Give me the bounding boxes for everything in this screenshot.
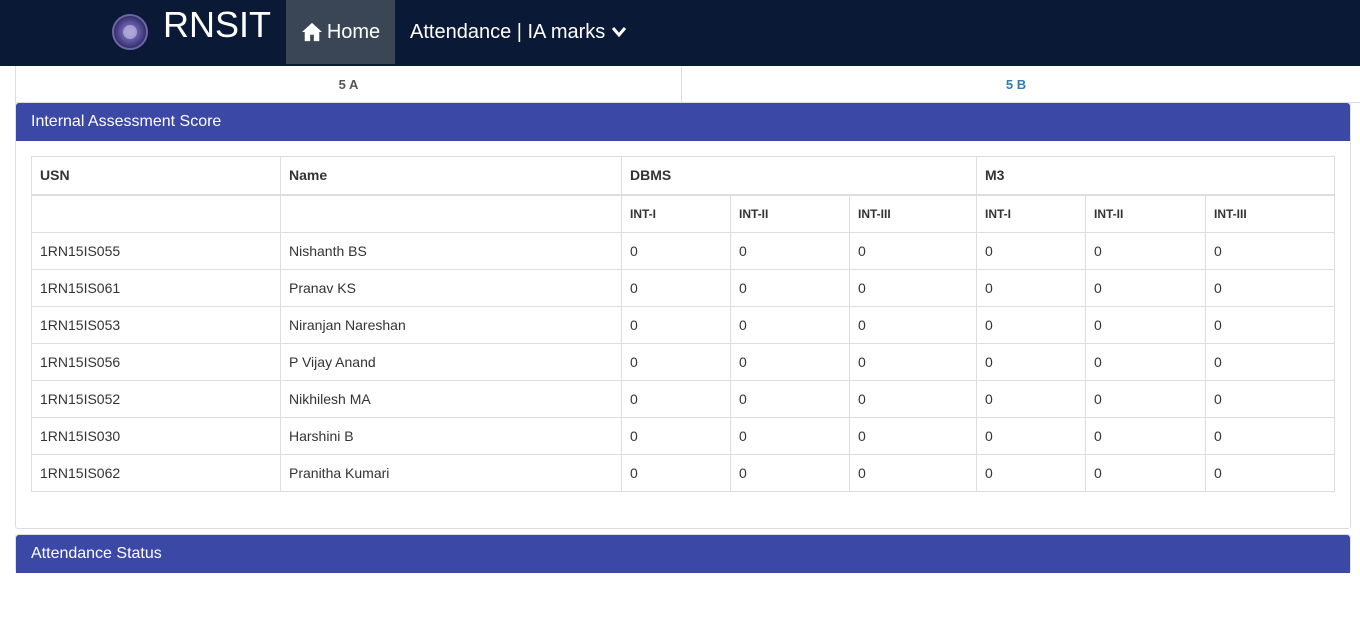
cell-mark: 0 bbox=[849, 380, 977, 418]
cell-name: Niranjan Nareshan bbox=[280, 306, 622, 344]
attendance-panel-title: Attendance Status bbox=[16, 535, 1350, 573]
header-name-empty bbox=[280, 194, 622, 233]
cell-mark: 0 bbox=[1085, 343, 1206, 381]
header-usn-empty bbox=[31, 194, 281, 233]
cell-name: Pranitha Kumari bbox=[280, 454, 622, 492]
college-logo bbox=[112, 14, 148, 50]
cell-mark: 0 bbox=[849, 343, 977, 381]
chevron-down-icon bbox=[612, 27, 627, 38]
cell-mark: 0 bbox=[1085, 454, 1206, 492]
cell-name: P Vijay Anand bbox=[280, 343, 622, 381]
cell-mark: 0 bbox=[621, 232, 731, 270]
cell-mark: 0 bbox=[621, 380, 731, 418]
table-row: 1RN15IS052 Nikhilesh MA 0 0 0 0 0 0 bbox=[31, 380, 1335, 418]
table-row: 1RN15IS053 Niranjan Nareshan 0 0 0 0 0 0 bbox=[31, 306, 1335, 344]
cell-mark: 0 bbox=[1205, 269, 1335, 307]
cell-mark: 0 bbox=[1205, 306, 1335, 344]
top-navbar: RNSIT Home Attendance | IA marks bbox=[0, 0, 1360, 66]
header-usn: USN bbox=[31, 156, 281, 196]
cell-name: Harshini B bbox=[280, 417, 622, 455]
header-m3-int3: INT-III bbox=[1205, 194, 1335, 233]
cell-mark: 0 bbox=[1085, 306, 1206, 344]
table-row: 1RN15IS061 Pranav KS 0 0 0 0 0 0 bbox=[31, 269, 1335, 307]
cell-mark: 0 bbox=[730, 380, 850, 418]
cell-mark: 0 bbox=[1205, 232, 1335, 270]
table-row: 1RN15IS030 Harshini B 0 0 0 0 0 0 bbox=[31, 417, 1335, 455]
cell-mark: 0 bbox=[976, 417, 1086, 455]
tab-5a[interactable]: 5 A bbox=[15, 66, 682, 102]
cell-mark: 0 bbox=[976, 343, 1086, 381]
nav-home-label: Home bbox=[326, 20, 381, 43]
cell-mark: 0 bbox=[621, 269, 731, 307]
table-row: 1RN15IS056 P Vijay Anand 0 0 0 0 0 0 bbox=[31, 343, 1335, 381]
cell-usn: 1RN15IS030 bbox=[31, 417, 281, 455]
nav-attendance-dropdown[interactable]: Attendance | IA marks bbox=[410, 0, 627, 64]
attendance-status-panel: Attendance Status bbox=[15, 534, 1351, 573]
cell-usn: 1RN15IS053 bbox=[31, 306, 281, 344]
cell-mark: 0 bbox=[730, 454, 850, 492]
cell-mark: 0 bbox=[1205, 417, 1335, 455]
nav-home-link[interactable]: Home bbox=[286, 0, 395, 64]
cell-mark: 0 bbox=[730, 417, 850, 455]
cell-mark: 0 bbox=[730, 269, 850, 307]
cell-usn: 1RN15IS052 bbox=[31, 380, 281, 418]
brand-title[interactable]: RNSIT bbox=[163, 4, 271, 46]
cell-mark: 0 bbox=[1205, 454, 1335, 492]
cell-mark: 0 bbox=[621, 454, 731, 492]
header-m3-int1: INT-I bbox=[976, 194, 1086, 233]
cell-mark: 0 bbox=[976, 269, 1086, 307]
header-m3-int2: INT-II bbox=[1085, 194, 1206, 233]
cell-mark: 0 bbox=[621, 343, 731, 381]
cell-mark: 0 bbox=[976, 232, 1086, 270]
ia-panel-title: Internal Assessment Score bbox=[16, 103, 1350, 141]
cell-mark: 0 bbox=[730, 232, 850, 270]
cell-mark: 0 bbox=[730, 306, 850, 344]
cell-mark: 0 bbox=[849, 454, 977, 492]
cell-usn: 1RN15IS055 bbox=[31, 232, 281, 270]
cell-mark: 0 bbox=[730, 343, 850, 381]
header-dbms-int3: INT-III bbox=[849, 194, 977, 233]
cell-name: Nikhilesh MA bbox=[280, 380, 622, 418]
table-row: 1RN15IS055 Nishanth BS 0 0 0 0 0 0 bbox=[31, 232, 1335, 270]
cell-usn: 1RN15IS061 bbox=[31, 269, 281, 307]
ia-score-panel: Internal Assessment Score USN Name DBMS … bbox=[15, 102, 1351, 529]
cell-mark: 0 bbox=[621, 417, 731, 455]
header-dbms-int2: INT-II bbox=[730, 194, 850, 233]
cell-name: Pranav KS bbox=[280, 269, 622, 307]
cell-mark: 0 bbox=[849, 232, 977, 270]
header-subject-dbms: DBMS bbox=[621, 156, 977, 196]
cell-mark: 0 bbox=[849, 417, 977, 455]
cell-mark: 0 bbox=[976, 454, 1086, 492]
cell-mark: 0 bbox=[621, 306, 731, 344]
ia-score-table: USN Name DBMS M3 INT-I INT-II INT-III IN… bbox=[31, 156, 1335, 492]
cell-mark: 0 bbox=[1085, 269, 1206, 307]
cell-name: Nishanth BS bbox=[280, 232, 622, 270]
header-name: Name bbox=[280, 156, 622, 196]
home-icon bbox=[301, 22, 322, 42]
nav-dropdown-label: Attendance | IA marks bbox=[410, 20, 606, 43]
cell-mark: 0 bbox=[849, 269, 977, 307]
cell-mark: 0 bbox=[1085, 232, 1206, 270]
cell-mark: 0 bbox=[1085, 417, 1206, 455]
cell-mark: 0 bbox=[1205, 343, 1335, 381]
cell-usn: 1RN15IS056 bbox=[31, 343, 281, 381]
section-tabs: 5 A 5 B bbox=[15, 66, 1360, 103]
cell-mark: 0 bbox=[849, 306, 977, 344]
table-row: 1RN15IS062 Pranitha Kumari 0 0 0 0 0 0 bbox=[31, 454, 1335, 492]
cell-mark: 0 bbox=[976, 380, 1086, 418]
header-subject-m3: M3 bbox=[976, 156, 1335, 196]
header-dbms-int1: INT-I bbox=[621, 194, 731, 233]
cell-mark: 0 bbox=[1205, 380, 1335, 418]
tab-5b[interactable]: 5 B bbox=[682, 66, 1350, 102]
cell-mark: 0 bbox=[976, 306, 1086, 344]
cell-mark: 0 bbox=[1085, 380, 1206, 418]
cell-usn: 1RN15IS062 bbox=[31, 454, 281, 492]
